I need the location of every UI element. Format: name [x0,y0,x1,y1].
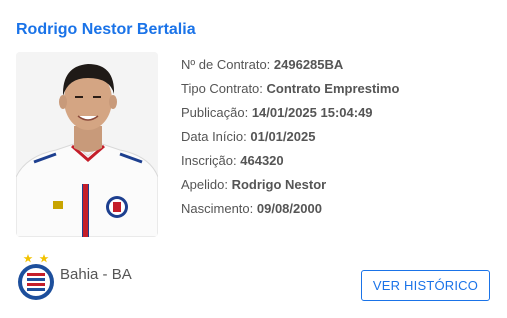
bahia-crest-icon [16,253,56,301]
detail-start-date: Data Início: 01/01/2025 [181,129,316,144]
contract-details: Nº de Contrato: 2496285BA Tipo Contrato:… [181,53,399,221]
player-name[interactable]: Rodrigo Nestor Bertalia [16,21,196,39]
view-history-button[interactable]: VER HISTÓRICO [361,270,490,301]
player-photo-image [16,52,158,237]
detail-contract-type: Tipo Contrato: Contrato Emprestimo [181,81,400,96]
club-info: Bahia - BA [16,253,132,301]
club-name: Bahia - BA [60,265,132,283]
detail-publication: Publicação: 14/01/2025 15:04:49 [181,105,373,120]
player-photo [16,52,158,237]
detail-nickname: Apelido: Rodrigo Nestor [181,177,327,192]
detail-contract-number: Nº de Contrato: 2496285BA [181,57,344,72]
detail-registration: Inscrição: 464320 [181,153,284,168]
detail-birth-date: Nascimento: 09/08/2000 [181,201,322,216]
